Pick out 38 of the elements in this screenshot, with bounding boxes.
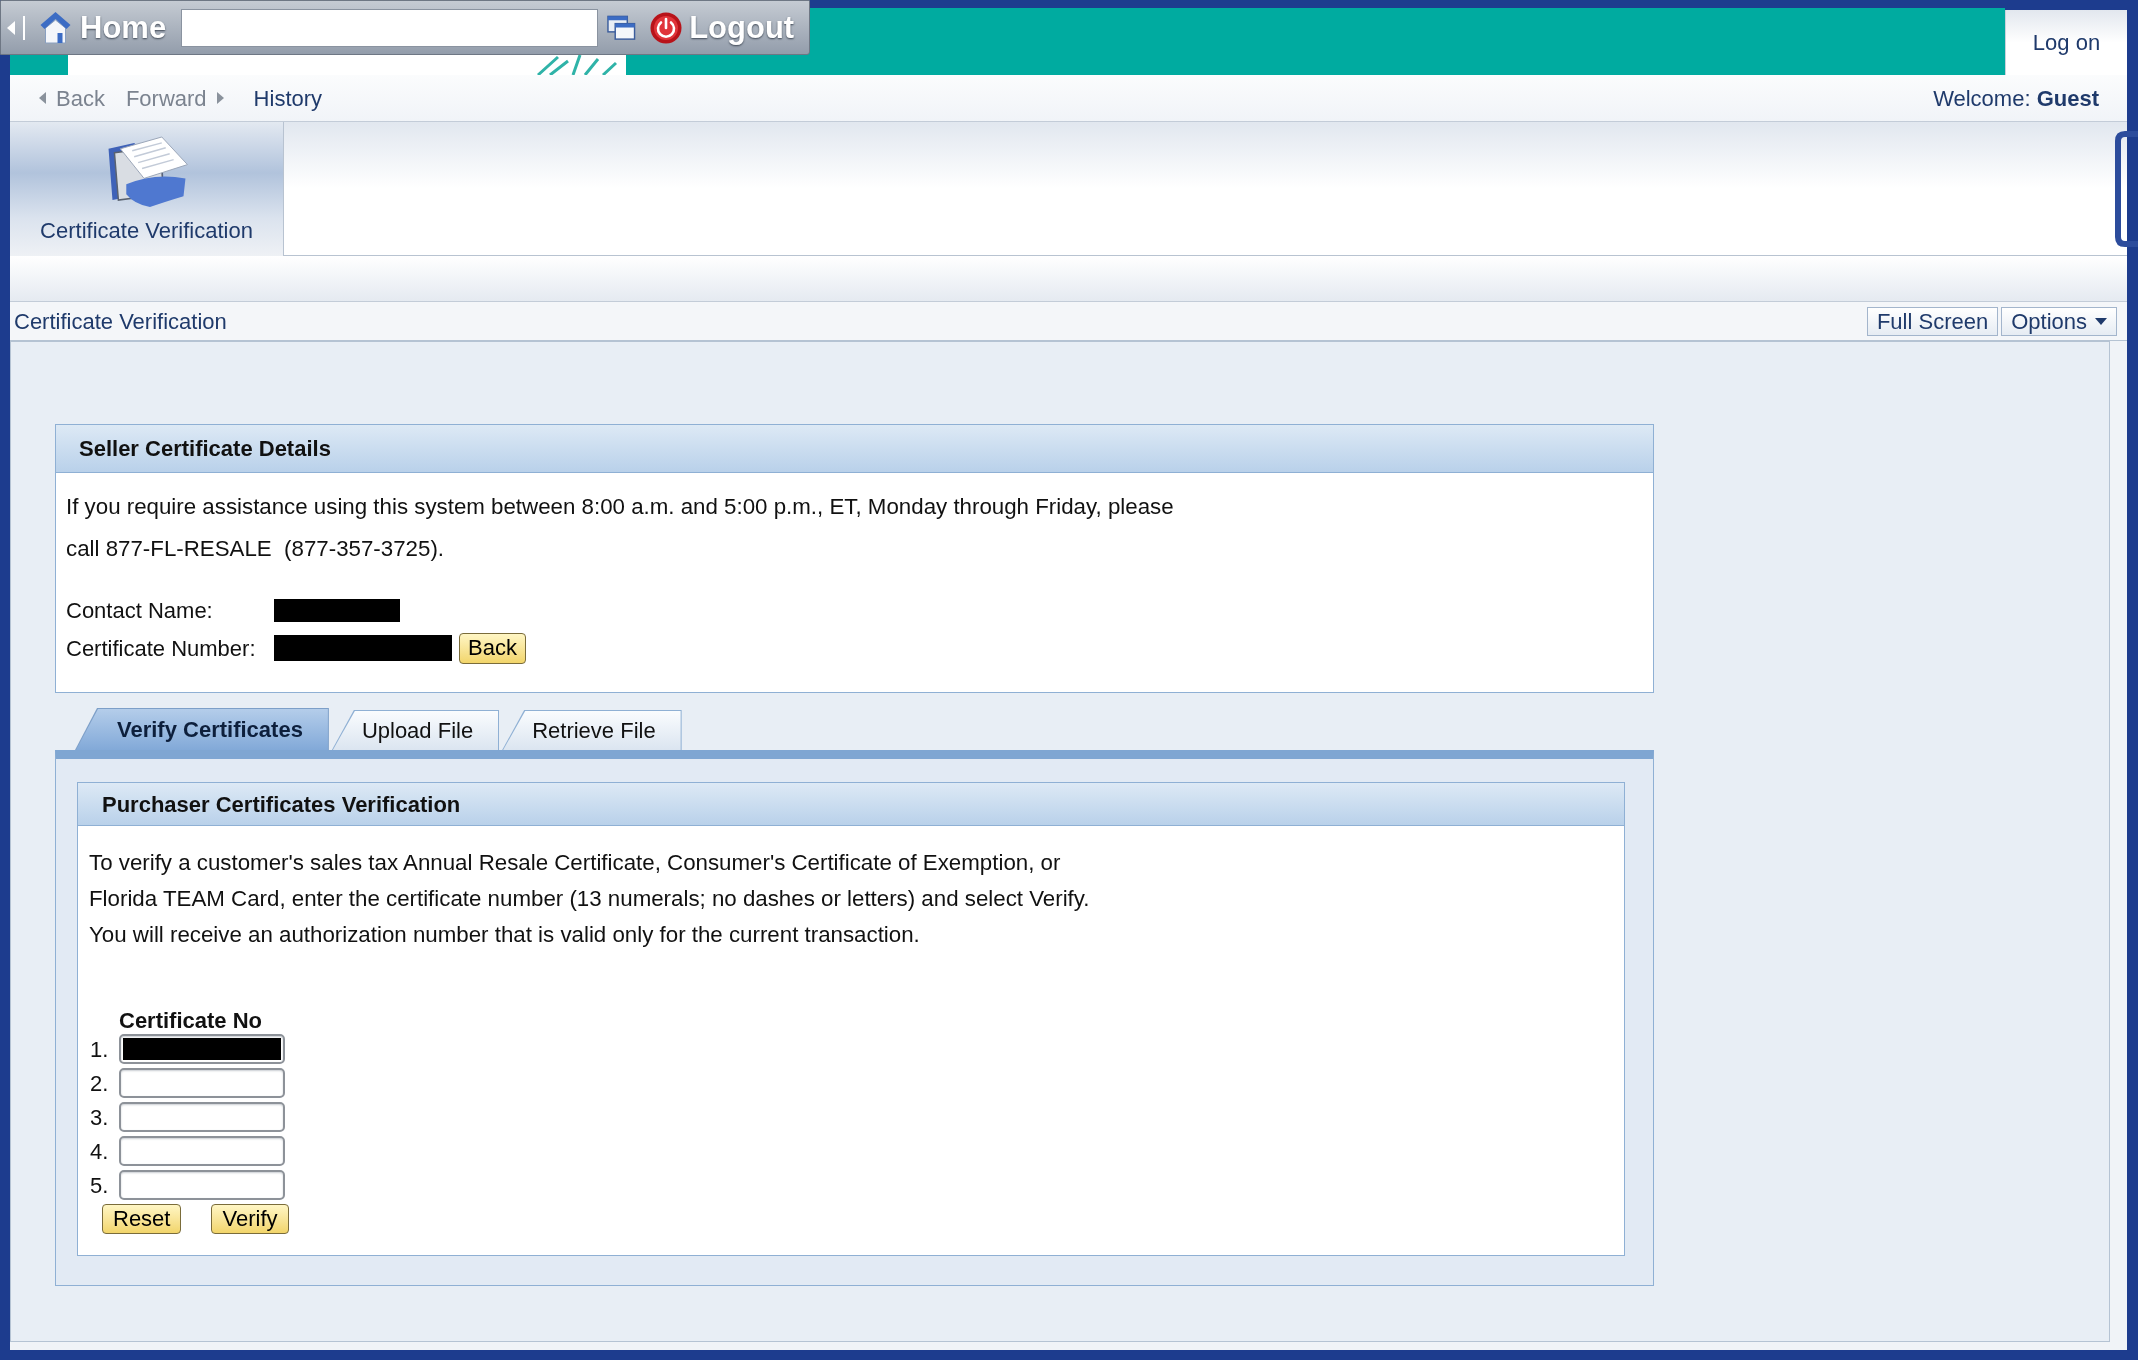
power-icon (650, 11, 683, 44)
caret-left-icon[interactable] (5, 13, 27, 42)
column-header: Certificate No (119, 1006, 263, 1035)
reset-button[interactable]: Reset (102, 1204, 182, 1234)
back-button[interactable]: Back (459, 632, 526, 664)
caret-left-icon (39, 92, 46, 104)
input-field[interactable] (119, 1068, 285, 1098)
stacked-windows-icon[interactable] (607, 14, 637, 41)
welcome-text: Welcome: Guest (1933, 84, 2099, 113)
field-label: Certificate Number: (66, 634, 257, 663)
row-number: 1. (90, 1035, 110, 1064)
input-field[interactable] (119, 1102, 285, 1132)
log-on-button[interactable]: Log on (2005, 10, 2127, 75)
caret-right-icon (216, 92, 224, 104)
tab[interactable]: Upload File (331, 710, 500, 750)
row-number: 4. (90, 1137, 110, 1166)
house-icon (39, 10, 72, 45)
address-field[interactable] (181, 8, 599, 47)
panel-title: Purchaser Certificates Verification (78, 783, 1624, 826)
panel-title: Seller Certificate Details (56, 425, 1653, 473)
row-number: 2. (90, 1069, 110, 1098)
full-screen-button[interactable]: Full Screen (1866, 306, 1999, 336)
tab[interactable]: Retrieve File (502, 710, 682, 750)
bracket-handle-icon[interactable] (2114, 131, 2138, 247)
instructions-text: To verify a customer's sales tax Annual Resale Certificate, Consumer's Certificate of Exemption, or Florida TEAM Card, enter the certificate number (13 numerals; no dashes or letters) and select Verify. You will receive an authorization number that is valid only for the current transaction. (89, 849, 1091, 949)
row-number: 3. (90, 1103, 110, 1132)
input-field[interactable] (119, 1136, 285, 1166)
input-field[interactable] (119, 1170, 285, 1200)
field-label: Contact Name: (66, 596, 214, 625)
page-title: Certificate Verification (14, 307, 227, 336)
row-number: 5. (90, 1171, 110, 1200)
options-menu-button[interactable]: Options (2001, 306, 2117, 336)
history-link[interactable]: History (253, 81, 323, 115)
assistance-notice: If you require assistance using this system between 8:00 a.m. and 5:00 p.m., ET, Monday through Friday, please call 877-FL-RESALE (877-357-3725). (66, 493, 1175, 563)
launchpad-tile[interactable]: Certificate Verification (10, 122, 283, 256)
caret-down-icon (2095, 317, 2107, 325)
verify-button[interactable]: Verify (211, 1204, 289, 1234)
tab[interactable]: Verify Certificates (75, 708, 329, 750)
